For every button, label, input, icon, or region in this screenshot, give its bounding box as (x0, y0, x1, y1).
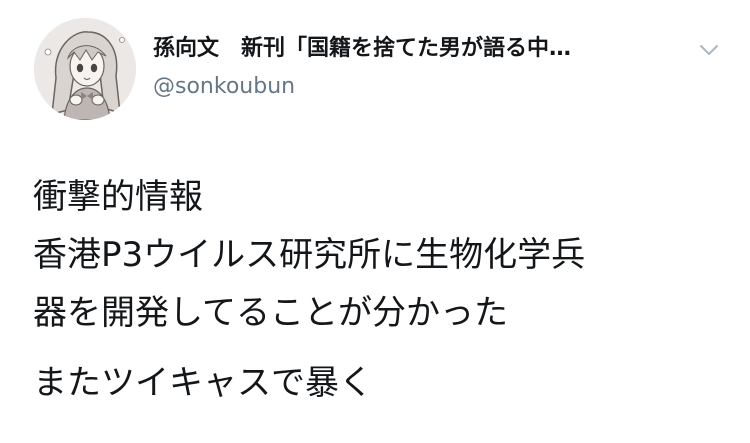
tweet-card: 孫向文 新刊「国籍を捨てた男が語る中… @sonkoubun 衝撃的情報 香港P… (0, 0, 750, 443)
avatar-illustration (34, 18, 136, 120)
tweet-text: 衝撃的情報 香港P3ウイルス研究所に生物化学兵 器を開発してることが分かった ま… (33, 168, 733, 412)
chevron-down-icon[interactable] (697, 38, 721, 62)
display-name[interactable]: 孫向文 新刊「国籍を捨てた男が語る中… (153, 33, 688, 65)
tweet-line: 衝撃的情報 (33, 177, 203, 217)
chevron-down-glyph (700, 45, 718, 55)
tweet-line: 器を開発してることが分かった (33, 293, 508, 333)
tweet-line: 香港P3ウイルス研究所に生物化学兵 (33, 235, 586, 275)
manga-girl-avatar-icon[interactable] (34, 18, 136, 120)
tweet-line: またツイキャスで暴く (33, 363, 373, 403)
user-handle[interactable]: @sonkoubun (153, 71, 295, 103)
